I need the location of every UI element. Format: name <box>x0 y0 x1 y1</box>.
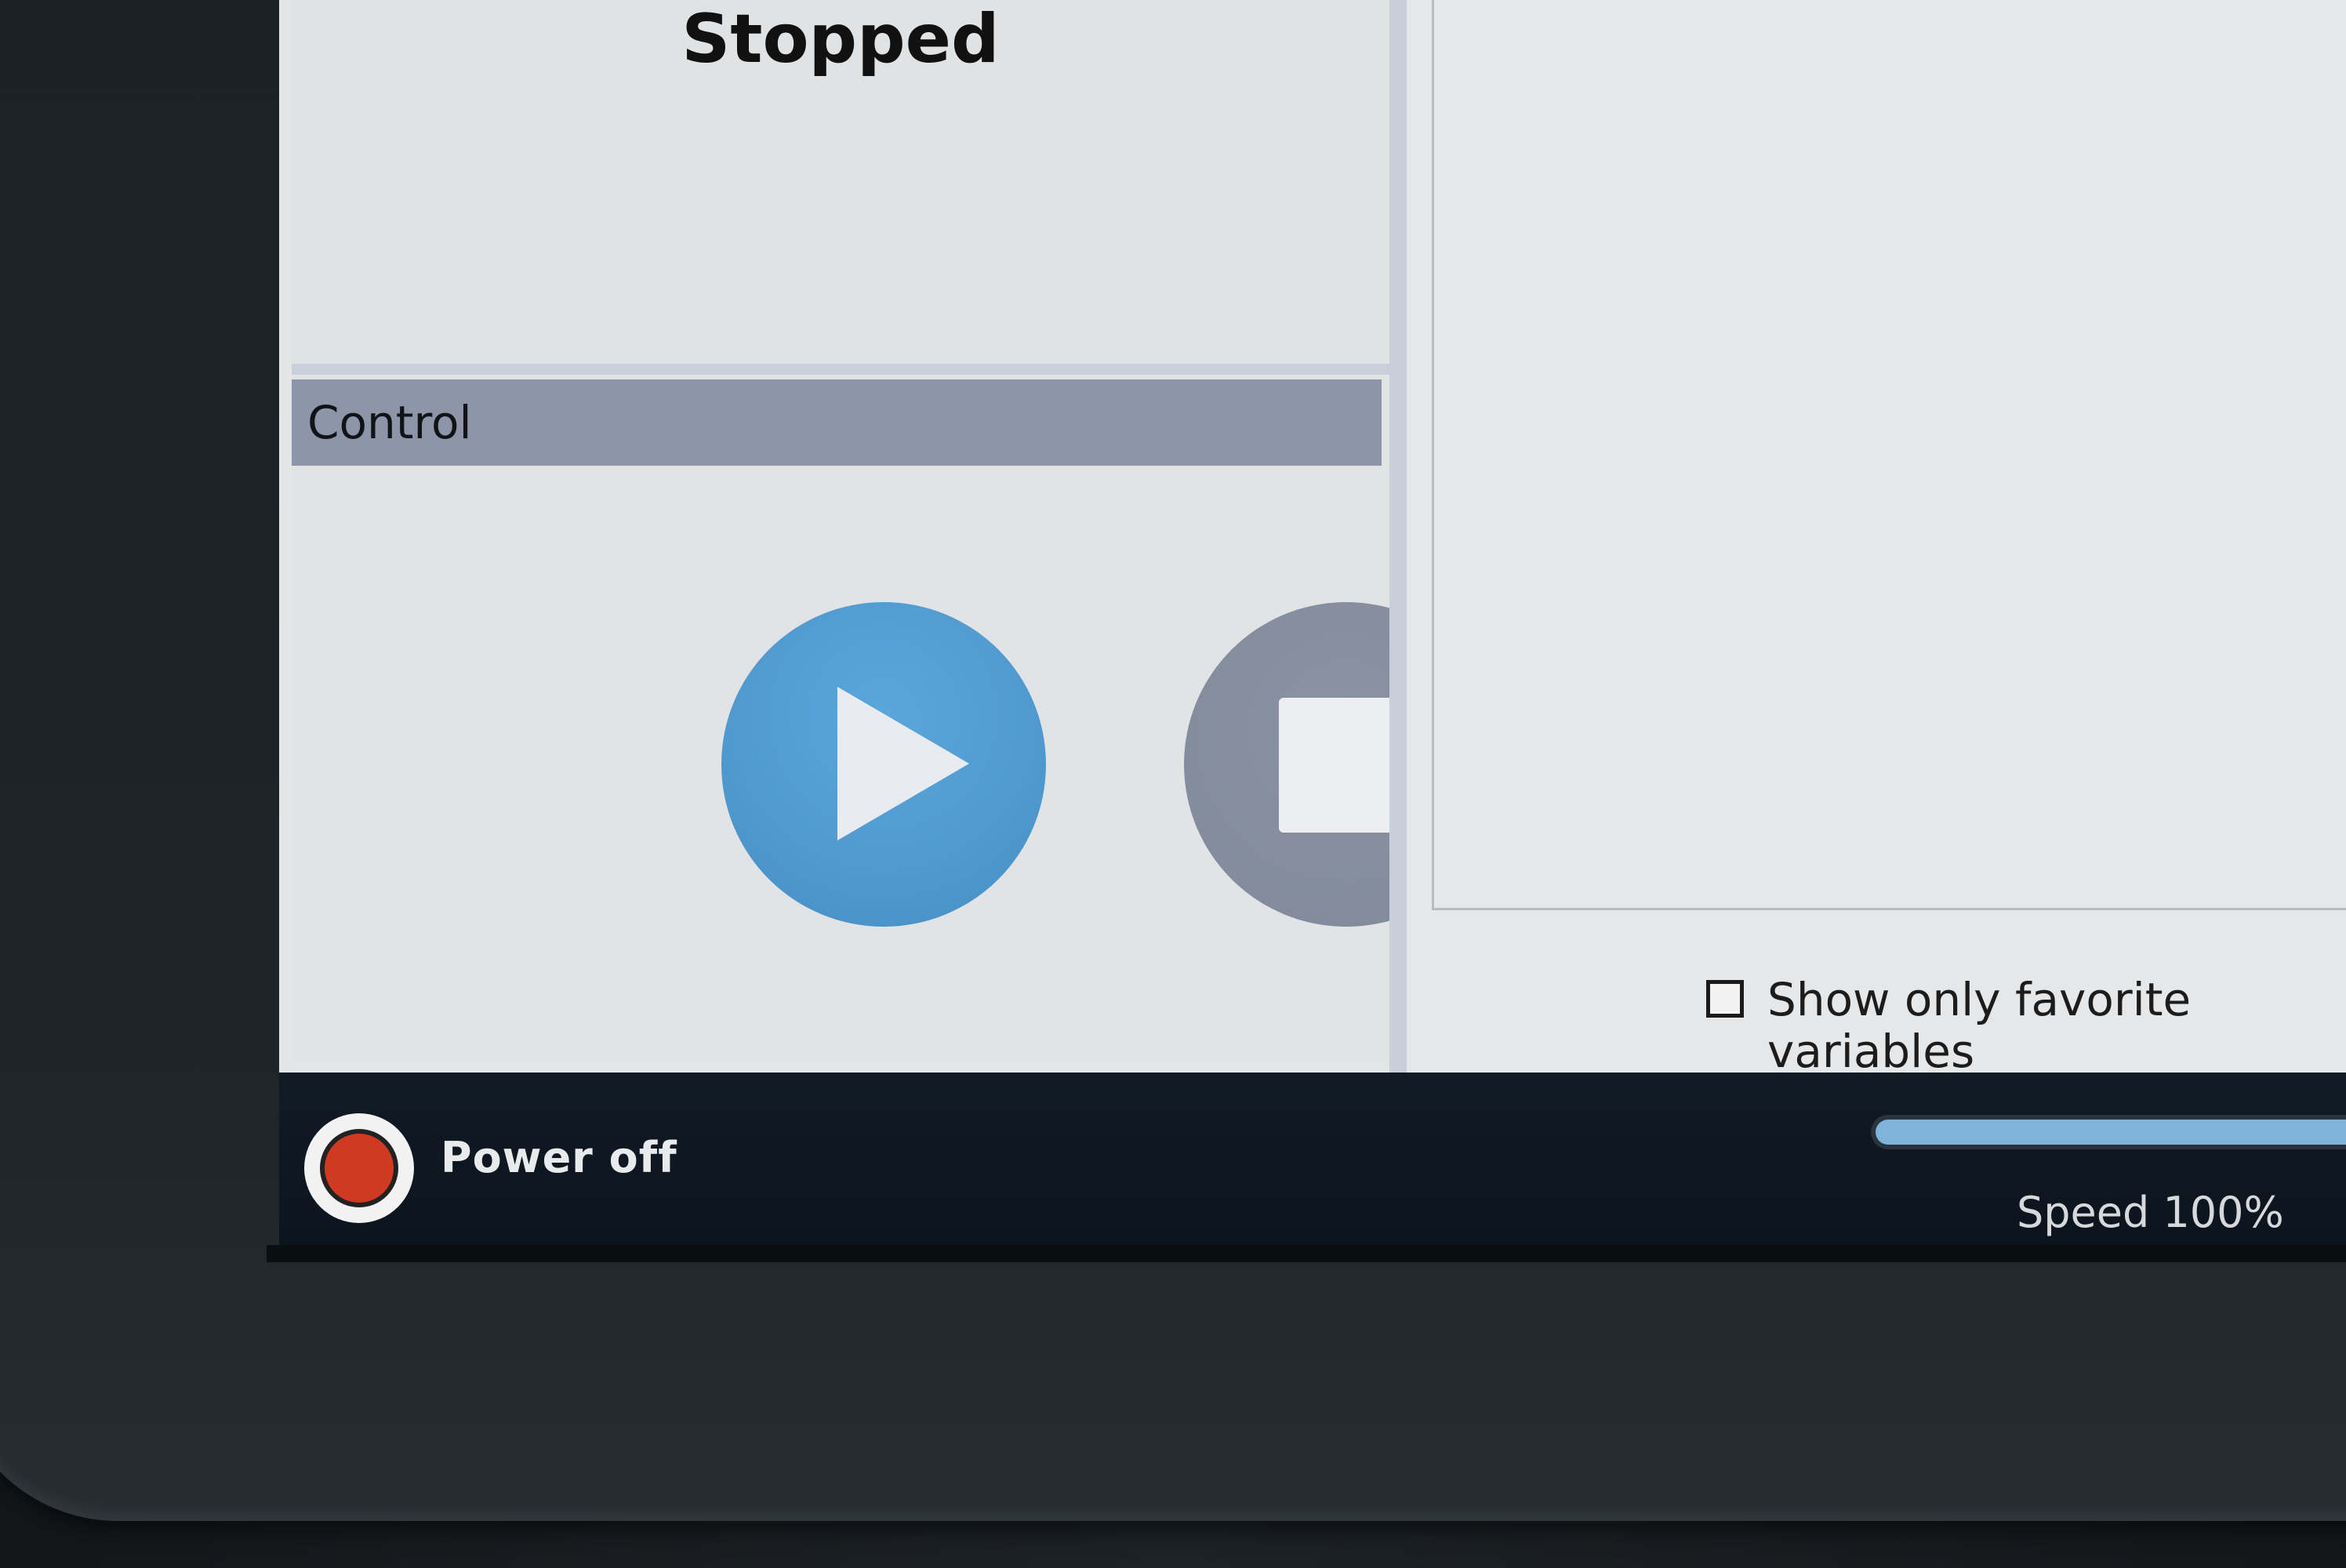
favorites-only-checkbox[interactable] <box>1706 980 1744 1018</box>
speed-slider-fill <box>1876 1120 2346 1145</box>
control-section-title: Control <box>307 396 472 449</box>
power-button[interactable] <box>304 1113 414 1223</box>
favorites-only-label[interactable]: Show only favorite variables <box>1767 974 2346 1077</box>
speed-label: Speed 100% <box>2017 1188 2284 1237</box>
variables-list[interactable] <box>1432 0 2346 910</box>
status-footer: Power off Speed 100% <box>279 1073 2346 1247</box>
speed-slider[interactable] <box>1871 1115 2346 1149</box>
variables-panel: Show only favorite variables <box>1407 0 2346 1077</box>
main-content: Stopped Control Show only favorite varia… <box>279 0 2346 1077</box>
power-status-label[interactable]: Power off <box>441 1134 677 1182</box>
play-button[interactable] <box>721 602 1046 927</box>
screen-bottom-edge <box>267 1245 2346 1262</box>
photo-backdrop: Stopped Control Show only favorite varia… <box>0 0 2346 1568</box>
left-panel: Stopped Control <box>292 0 1509 1063</box>
power-indicator-icon <box>325 1134 394 1203</box>
panel-divider <box>1389 0 1407 1073</box>
play-icon <box>837 687 969 840</box>
program-status-text: Stopped <box>681 0 1000 78</box>
program-status-area: Stopped <box>292 0 1389 375</box>
teach-pendant-screen: Stopped Control Show only favorite varia… <box>279 0 2346 1247</box>
control-section-header: Control <box>292 379 1382 466</box>
